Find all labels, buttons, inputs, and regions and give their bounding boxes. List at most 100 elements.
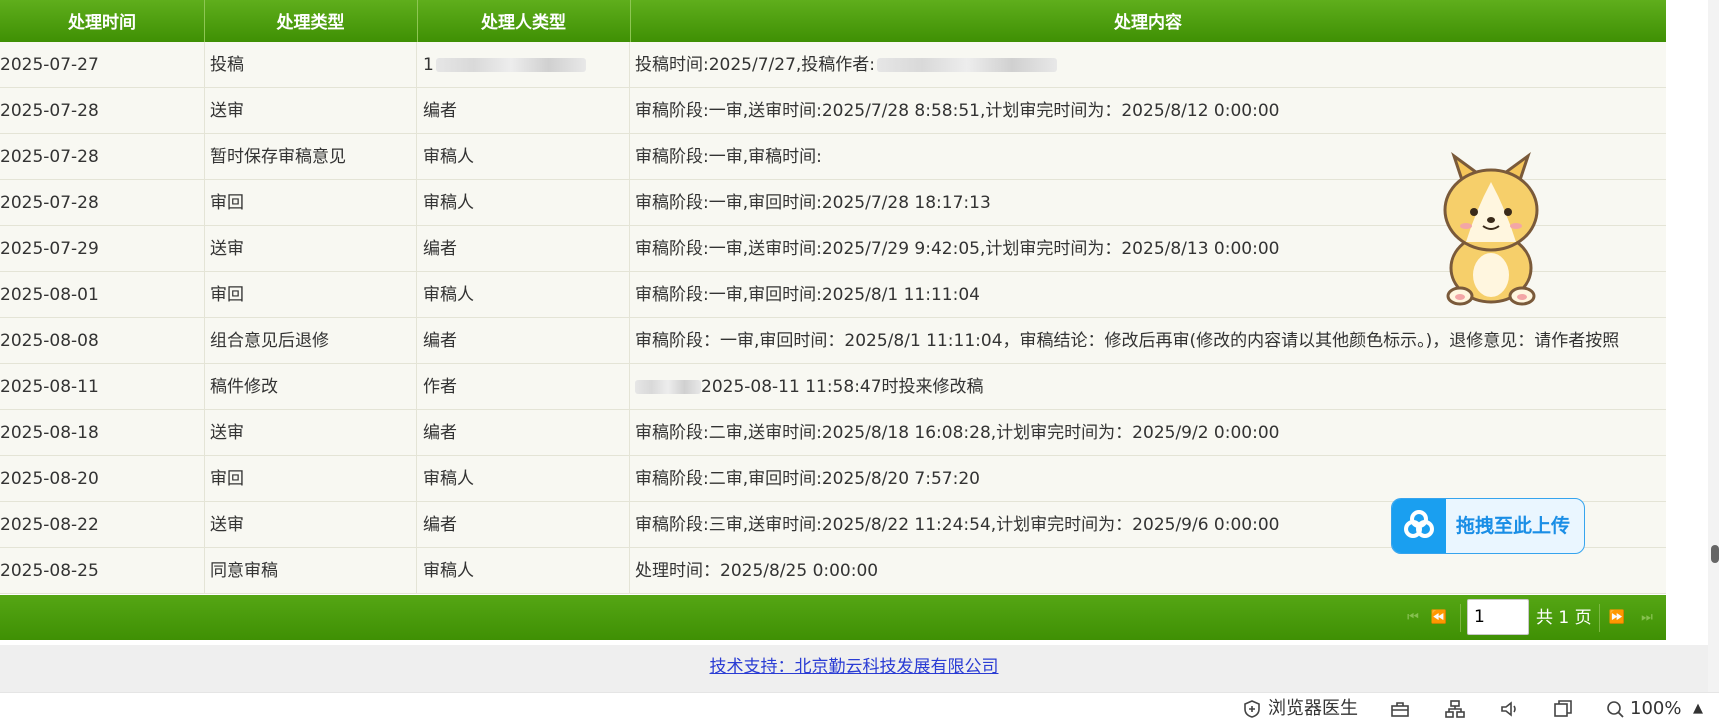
cell-content-text: 审稿阶段:一审,审稿时间: [635,147,822,167]
window-icon[interactable] [1553,699,1573,719]
browser-doctor-label[interactable]: 浏览器医生 [1268,693,1358,725]
next-page-icon[interactable]: ⏩ [1608,608,1626,628]
header-process-content[interactable]: 处理内容 [630,0,1666,42]
drag-upload-button[interactable]: 拖拽至此上传 [1391,498,1585,554]
cell-process-content: 审稿阶段:一审,送审时间:2025/7/28 8:58:51,计划审完时间为：2… [630,88,1666,133]
table-row[interactable]: 2025-07-27 投稿 1 投稿时间:2025/7/27,投稿作者: [0,42,1666,88]
zoom-level[interactable]: 100% [1630,693,1681,725]
upload-label: 拖拽至此上传 [1456,515,1571,537]
cell-process-type: 审回 [204,180,417,225]
page-total: 共 1 页 [1536,608,1592,628]
zoom-dropdown-icon[interactable]: ▲ [1693,693,1703,725]
header-process-time[interactable]: 处理时间 [0,0,205,42]
table-row[interactable]: 2025-08-25 同意审稿 审稿人 处理时间：2025/8/25 0:00:00 [0,548,1666,594]
first-page-icon[interactable]: ⏮ [1404,608,1422,628]
cell-handler-type: 编者 [417,88,630,133]
table-row[interactable]: 2025-07-28 送审 编者 审稿阶段:一审,送审时间:2025/7/28 8:5… [0,88,1666,134]
cell-content-text: 审稿阶段:一审,送审时间:2025/7/28 8:58:51,计划审完时间为：2… [635,101,1280,121]
cell-process-time: 2025-07-28 [0,88,205,133]
cell-content-text: 处理时间：2025/8/25 0:00:00 [635,561,879,581]
last-page-icon[interactable]: ⏭ [1638,608,1656,628]
cell-process-type: 暂时保存审稿意见 [204,134,417,179]
cell-handler-type: 审稿人 [417,272,630,317]
cell-handler-type: 编者 [417,410,630,455]
cell-handler-type: 作者 [417,364,630,409]
page-number-input[interactable] [1467,599,1529,635]
speaker-icon[interactable] [1499,699,1519,719]
cell-process-content: 处理时间：2025/8/25 0:00:00 [630,548,1666,593]
table-row[interactable]: 2025-07-29 送审 编者 审稿阶段:一审,送审时间:2025/7/29 9:4… [0,226,1666,272]
shield-icon[interactable] [1242,699,1262,719]
cell-process-time: 2025-07-29 [0,226,205,271]
cloud-upload-icon [1392,499,1446,553]
cell-content-text: 审稿阶段:一审,审回时间:2025/8/1 11:11:04 [635,285,980,305]
zoom-icon[interactable] [1605,699,1625,719]
redacted-text [435,58,586,72]
cell-process-time: 2025-07-28 [0,134,205,179]
table-row[interactable]: 2025-08-20 审回 审稿人 审稿阶段:二审,审回时间:2025/8/20 7:… [0,456,1666,502]
pager: ⏮ ⏪ 共 1 页 ⏩ ⏭ [0,595,1666,640]
cell-process-content: 2025-08-11 11:58:47时投来修改稿 [630,364,1666,409]
cell-content-text: 投稿时间:2025/7/27,投稿作者: [635,55,876,75]
cell-process-type: 投稿 [204,42,417,87]
corgi-mascot-icon[interactable] [1436,150,1546,306]
table-row[interactable]: 2025-08-01 审回 审稿人 审稿阶段:一审,审回时间:2025/8/1 11:… [0,272,1666,318]
cell-process-time: 2025-08-20 [0,456,205,501]
redacted-text [635,380,701,394]
cell-handler-type: 编者 [417,226,630,271]
scrollbar-thumb[interactable] [1711,545,1719,563]
cell-handler-type: 编者 [417,318,630,363]
cell-handler-type: 审稿人 [417,134,630,179]
redacted-text [877,58,1058,72]
cell-handler-type: 审稿人 [417,180,630,225]
table-row[interactable]: 2025-08-18 送审 编者 审稿阶段:二审,送审时间:2025/8/18 16:… [0,410,1666,456]
cell-process-content: 审稿阶段：一审,审回时间：2025/8/1 11:11:04，审稿结论：修改后再… [630,318,1666,363]
cell-process-time: 2025-08-01 [0,272,205,317]
cell-process-type: 送审 [204,410,417,455]
cell-process-time: 2025-08-22 [0,502,205,547]
table-row[interactable]: 2025-08-08 组合意见后退修 编者 审稿阶段：一审,审回时间：2025/8/1… [0,318,1666,364]
cell-process-type: 送审 [204,88,417,133]
pager-separator [1460,604,1461,632]
cell-process-type: 同意审稿 [204,548,417,593]
table-row[interactable]: 2025-08-11 稿件修改 作者 2025-08-11 11:58:47时投来修改… [0,364,1666,410]
vertical-scrollbar[interactable] [1708,0,1719,692]
cell-handler-type: 编者 [417,502,630,547]
cell-process-time: 2025-07-27 [0,42,205,87]
cell-process-time: 2025-08-18 [0,410,205,455]
cell-content-text: 审稿阶段:二审,送审时间:2025/8/18 16:08:28,计划审完时间为：… [635,423,1280,443]
cell-process-type: 组合意见后退修 [204,318,417,363]
footer: 技术支持：北京勤云科技发展有限公司 [0,645,1708,692]
header-handler-type[interactable]: 处理人类型 [417,0,631,42]
cell-process-type: 送审 [204,226,417,271]
cell-process-type: 送审 [204,502,417,547]
table-row[interactable]: 2025-07-28 暂时保存审稿意见 审稿人 审稿阶段:一审,审稿时间: [0,134,1666,180]
table-row[interactable]: 2025-07-28 审回 审稿人 审稿阶段:一审,审回时间:2025/7/28 18… [0,180,1666,226]
network-icon[interactable] [1445,699,1465,719]
table-header: 处理时间 处理类型 处理人类型 处理内容 [0,0,1666,42]
cell-handler-text: 1 [423,55,434,75]
cell-process-type: 审回 [204,456,417,501]
cell-handler-type: 1 [417,42,630,87]
prev-page-icon[interactable]: ⏪ [1430,608,1448,628]
cell-process-type: 稿件修改 [204,364,417,409]
cell-process-type: 审回 [204,272,417,317]
cell-handler-type: 审稿人 [417,548,630,593]
cell-process-time: 2025-08-08 [0,318,205,363]
browser-status-bar: 浏览器医生 100% ▲ [0,692,1719,725]
cell-handler-type: 审稿人 [417,456,630,501]
cell-content-text: 审稿阶段:二审,审回时间:2025/8/20 7:57:20 [635,469,980,489]
cell-process-time: 2025-07-28 [0,180,205,225]
page: 处理时间 处理类型 处理人类型 处理内容 2025-07-27 投稿 1 投稿时间:2… [0,0,1719,725]
cell-content-text: 审稿阶段:三审,送审时间:2025/8/22 11:24:54,计划审完时间为：… [635,515,1280,535]
cell-process-time: 2025-08-11 [0,364,205,409]
cell-content-text: 审稿阶段:一审,审回时间:2025/7/28 18:17:13 [635,193,991,213]
cell-process-time: 2025-08-25 [0,548,205,593]
tech-support-link[interactable]: 技术支持：北京勤云科技发展有限公司 [710,657,999,677]
toolbox-icon[interactable] [1390,699,1410,719]
cell-content-text: 2025-08-11 11:58:47时投来修改稿 [701,377,984,397]
cell-process-content: 审稿阶段:二审,审回时间:2025/8/20 7:57:20 [630,456,1666,501]
cell-content-text: 审稿阶段:一审,送审时间:2025/7/29 9:42:05,计划审完时间为：2… [635,239,1280,259]
header-process-type[interactable]: 处理类型 [204,0,418,42]
cell-content-text: 审稿阶段：一审,审回时间：2025/8/1 11:11:04，审稿结论：修改后再… [635,331,1620,351]
